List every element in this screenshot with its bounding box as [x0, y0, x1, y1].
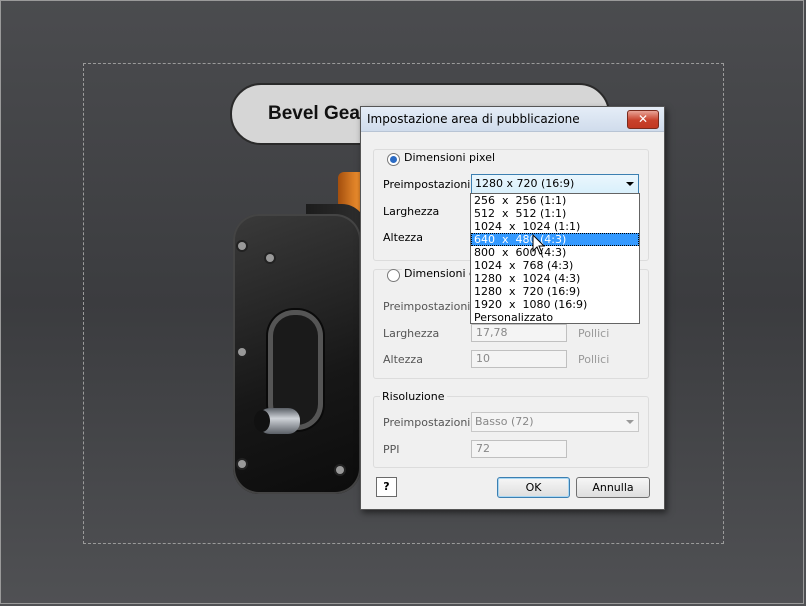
- pixel-width-label: Larghezza: [383, 205, 440, 218]
- print-width-input[interactable]: 17,78: [471, 324, 567, 342]
- dropdown-option[interactable]: 1024 x 1024 (1:1): [471, 220, 639, 233]
- ppi-input[interactable]: 72: [471, 440, 567, 458]
- help-icon[interactable]: ?: [376, 477, 397, 497]
- ok-button[interactable]: OK: [497, 477, 570, 498]
- dialog-title: Impostazione area di pubblicazione: [367, 112, 580, 126]
- dropdown-option[interactable]: 1024 x 768 (4:3): [471, 259, 639, 272]
- pixel-presets-value: 1280 x 720 (16:9): [475, 177, 575, 190]
- resolution-presets-label: Preimpostazioni: [383, 416, 471, 429]
- dropdown-option[interactable]: 1280 x 720 (16:9): [471, 285, 639, 298]
- bolt-icon: [238, 242, 246, 250]
- pixel-presets-label: Preimpostazioni: [383, 178, 471, 191]
- bolt-icon: [266, 254, 274, 262]
- dropdown-option[interactable]: Personalizzato: [471, 311, 639, 324]
- print-height-input[interactable]: 10: [471, 350, 567, 368]
- resolution-title: Risoluzione: [380, 390, 447, 403]
- dropdown-option[interactable]: 1280 x 1024 (4:3): [471, 272, 639, 285]
- close-button[interactable]: ✕: [627, 110, 659, 129]
- mouse-pointer-icon: [532, 234, 546, 255]
- dropdown-option[interactable]: 512 x 512 (1:1): [471, 207, 639, 220]
- print-height-unit: Pollici: [578, 353, 610, 366]
- dropdown-option-highlighted[interactable]: 640 x 480 (4:3): [471, 233, 639, 246]
- cancel-button[interactable]: Annulla: [576, 477, 650, 498]
- resolution-presets-select[interactable]: Basso (72): [471, 412, 639, 432]
- print-width-unit: Pollici: [578, 327, 610, 340]
- bolt-icon: [238, 348, 246, 356]
- dropdown-option[interactable]: 800 x 600 (4:3): [471, 246, 639, 259]
- dropdown-option[interactable]: 256 x 256 (1:1): [471, 194, 639, 207]
- print-dimensions-radio[interactable]: [387, 269, 400, 282]
- resolution-presets-value: Basso (72): [475, 415, 534, 428]
- print-width-label: Larghezza: [383, 327, 440, 340]
- ppi-label: PPI: [383, 443, 400, 456]
- pixel-presets-select[interactable]: 1280 x 720 (16:9): [471, 174, 639, 194]
- pixel-dimensions-label: Dimensioni pixel: [402, 151, 498, 164]
- chevron-down-icon: [626, 420, 634, 424]
- bolt-icon: [336, 466, 344, 474]
- dropdown-option[interactable]: 1920 x 1080 (16:9): [471, 298, 639, 311]
- chevron-down-icon: [626, 182, 634, 186]
- shaft-end: [254, 410, 270, 432]
- print-presets-label: Preimpostazioni: [383, 300, 471, 313]
- resolution-group: Risoluzione Preimpostazioni Basso (72) P…: [373, 390, 649, 468]
- pixel-presets-dropdown: 256 x 256 (1:1) 512 x 512 (1:1) 1024 x 1…: [470, 193, 640, 324]
- pixel-dimensions-radio[interactable]: [387, 153, 400, 166]
- print-height-label: Altezza: [383, 353, 423, 366]
- bolt-icon: [238, 460, 246, 468]
- pixel-height-label: Altezza: [383, 231, 423, 244]
- dialog-titlebar[interactable]: Impostazione area di pubblicazione ✕: [361, 107, 664, 132]
